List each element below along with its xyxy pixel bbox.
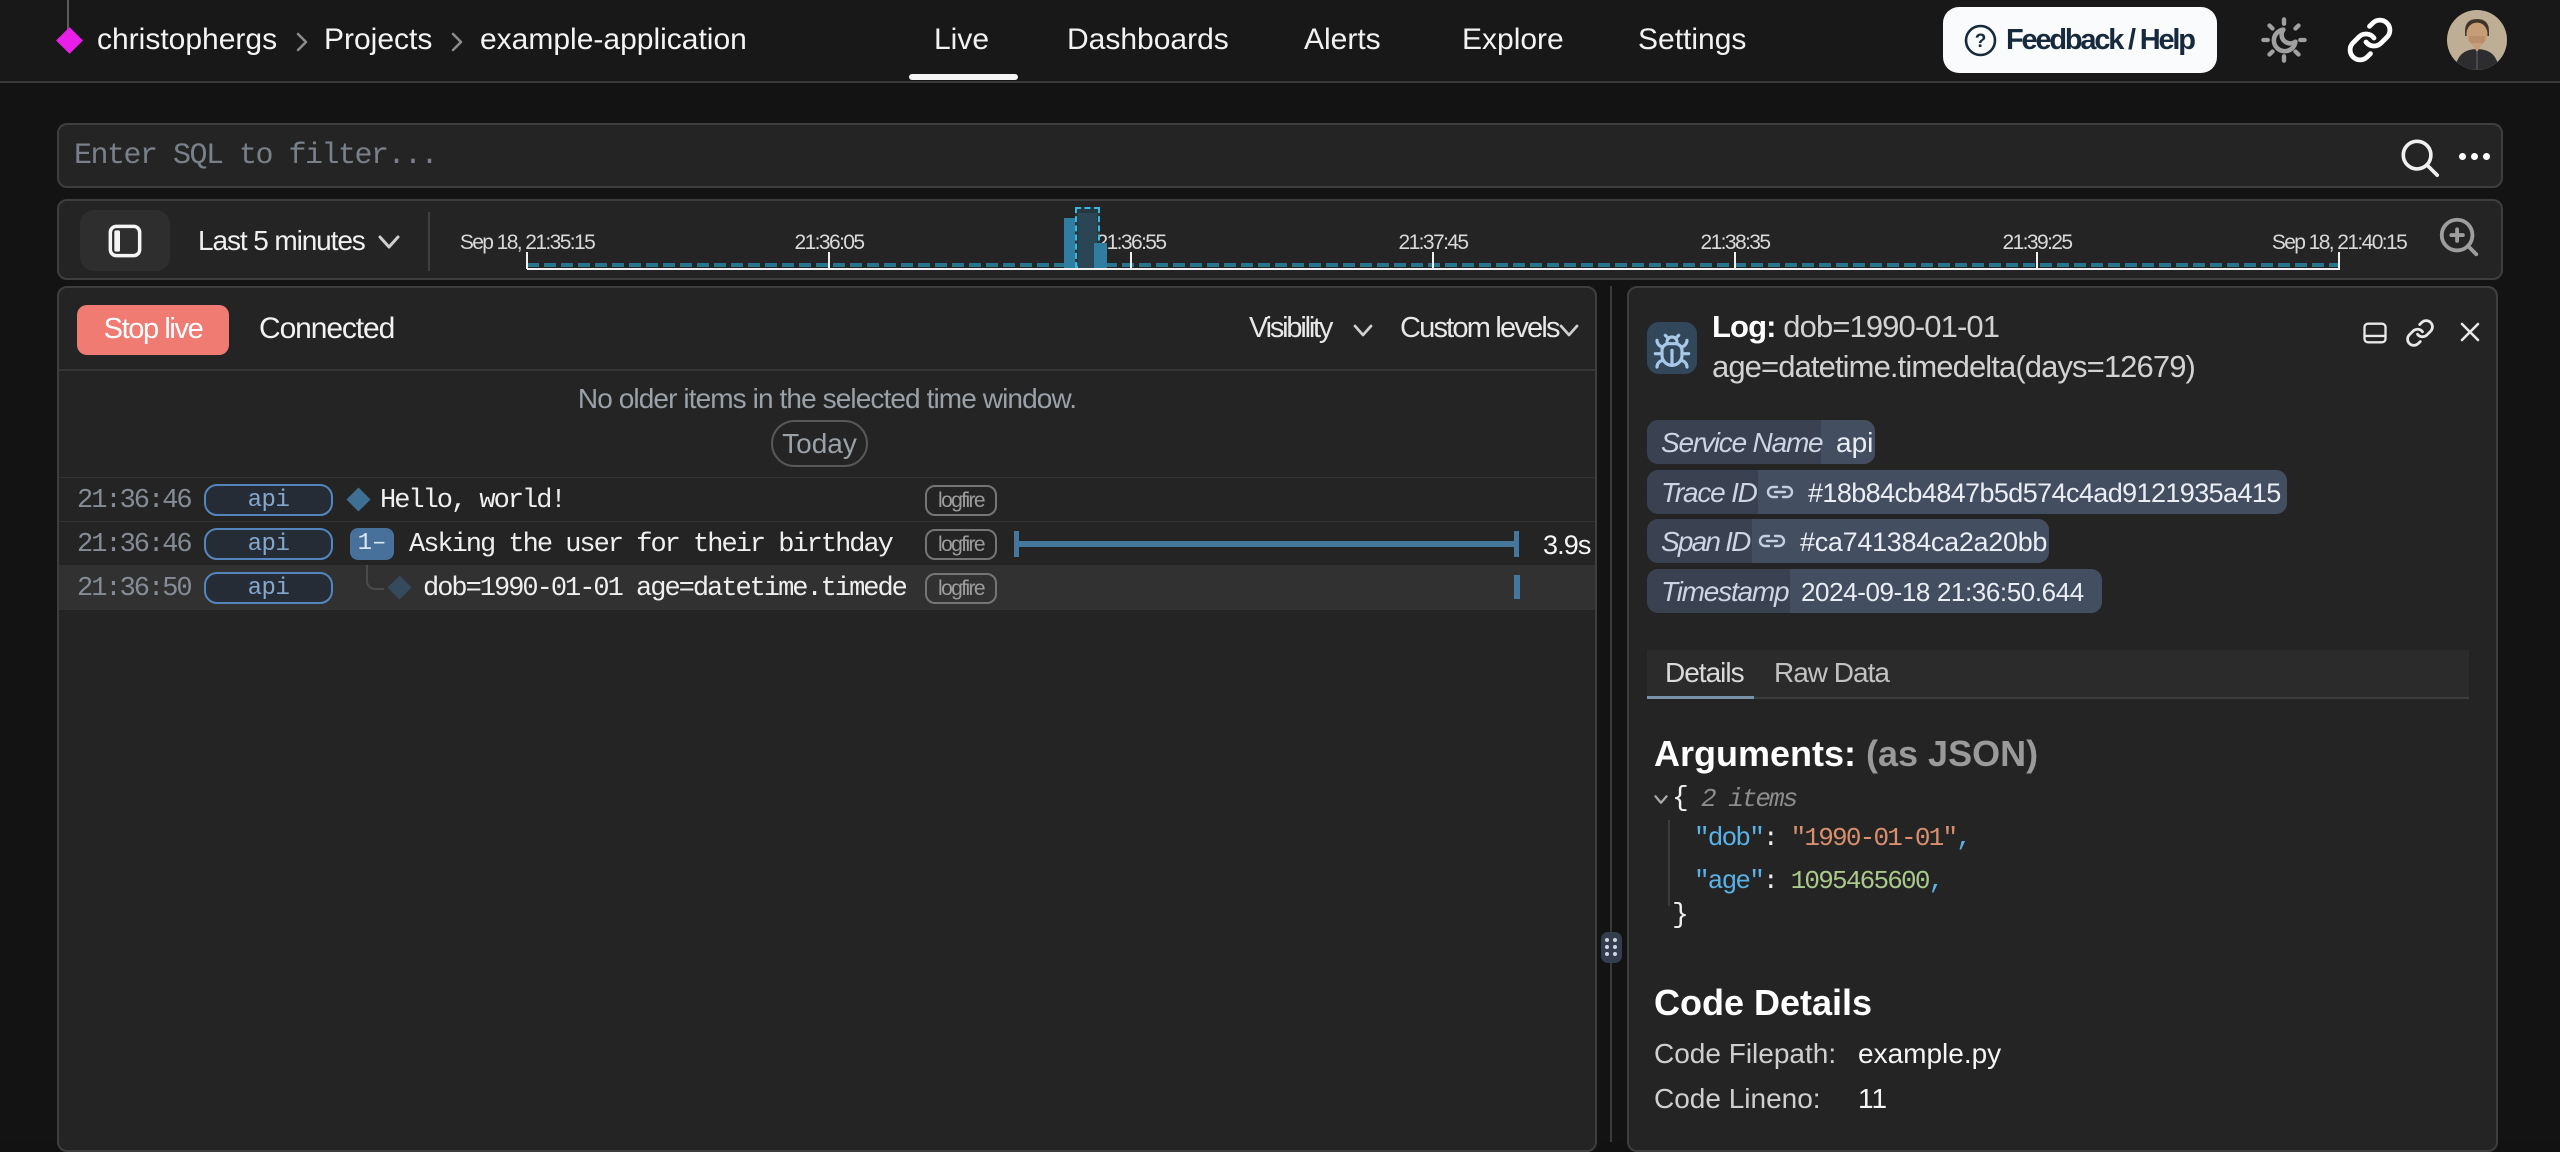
svg-text:?: ? xyxy=(1975,31,1987,52)
